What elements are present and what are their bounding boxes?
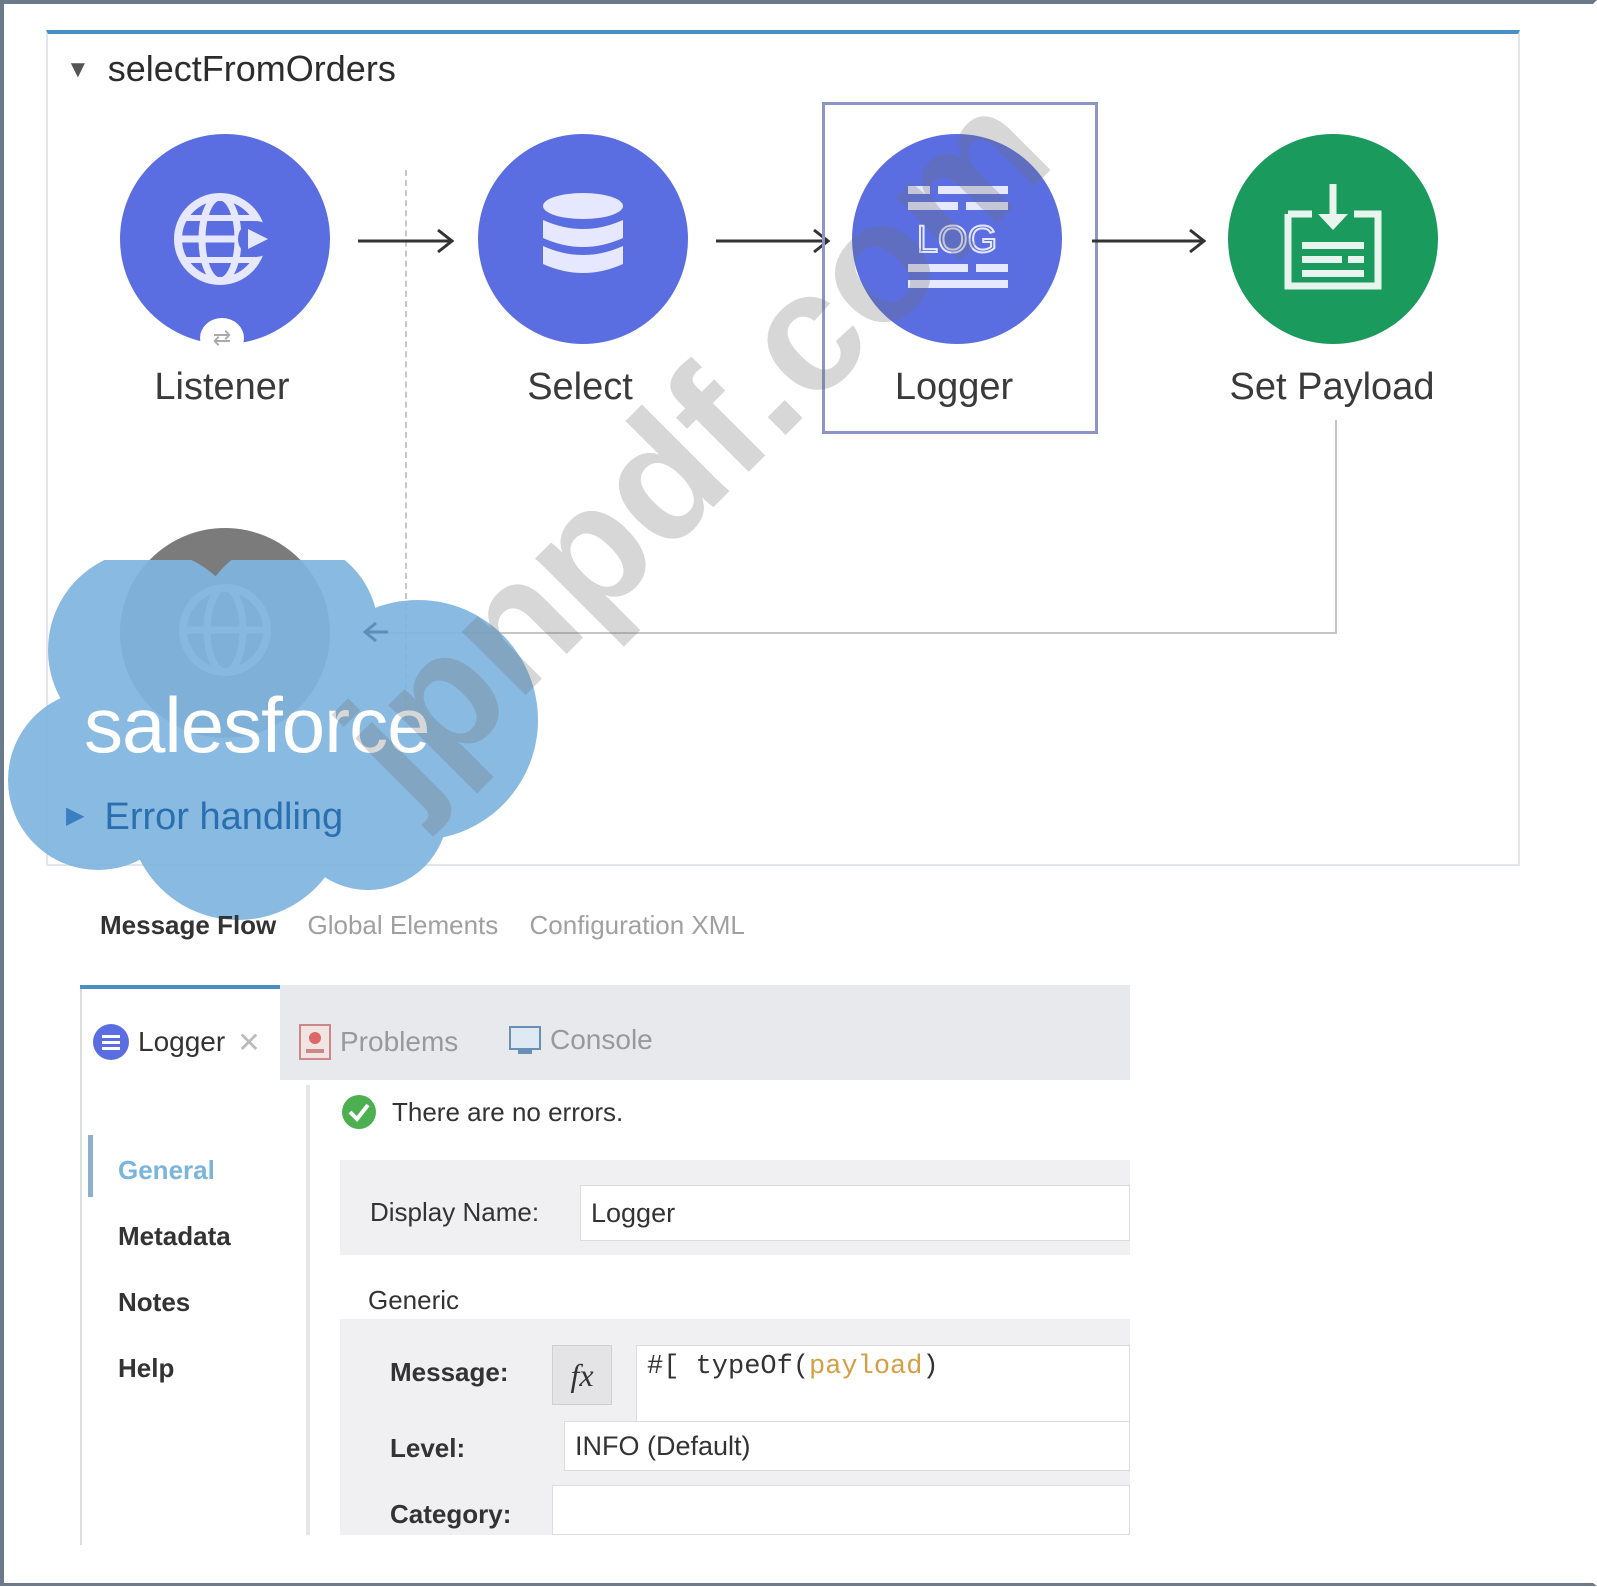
console-icon — [509, 1026, 541, 1054]
tab-message-flow[interactable]: Message Flow — [100, 910, 276, 940]
flow-title[interactable]: ▼ selectFromOrders — [66, 48, 396, 90]
globe-listener-icon — [174, 193, 274, 285]
status-message: There are no errors. — [340, 1093, 623, 1131]
collapse-triangle-icon[interactable]: ▼ — [66, 56, 90, 84]
properties-panel: Logger ✕ Problems Console General Metada… — [80, 985, 1130, 1545]
tab-problems[interactable]: Problems — [298, 1023, 458, 1061]
arrow-2 — [716, 228, 831, 254]
listener-label: Listener — [154, 366, 290, 408]
arrow-1 — [358, 228, 455, 254]
error-handling-toggle[interactable]: ▶ Error handling — [66, 796, 343, 839]
svg-text:LOG: LOG — [917, 219, 997, 261]
level-label: Level: — [390, 1433, 466, 1463]
listener-node[interactable] — [120, 134, 330, 344]
logger-node[interactable]: LOG — [852, 134, 1062, 344]
salesforce-logo-text: salesforce — [84, 681, 430, 769]
generic-section-label: Generic — [368, 1285, 460, 1315]
set-payload-node[interactable] — [1228, 134, 1438, 344]
nav-general[interactable]: General — [118, 1155, 215, 1186]
close-icon[interactable]: ✕ — [237, 1026, 260, 1059]
display-name-field[interactable]: Logger — [580, 1185, 1130, 1241]
select-node[interactable] — [478, 134, 688, 344]
display-name-label: Display Name: — [370, 1197, 540, 1227]
tab-console[interactable]: Console — [508, 1023, 653, 1057]
message-expression-field[interactable]: #[ typeOf(payload) — [636, 1345, 1130, 1423]
tab-global-elements[interactable]: Global Elements — [308, 910, 499, 940]
panel-divider — [306, 1085, 310, 1535]
return-arrow-icon — [362, 621, 388, 643]
fx-toggle-button[interactable]: fx — [552, 1345, 612, 1405]
arrow-3 — [1092, 228, 1207, 254]
nav-active-bar — [88, 1135, 93, 1197]
logger-label: Logger — [894, 366, 1014, 408]
nav-metadata[interactable]: Metadata — [118, 1221, 231, 1252]
logger-tab-icon — [93, 1024, 129, 1060]
set-payload-icon — [1284, 184, 1382, 290]
panel-left-border — [80, 985, 82, 1545]
set-payload-label: Set Payload — [1229, 366, 1435, 408]
tab-configuration-xml[interactable]: Configuration XML — [530, 910, 745, 940]
tab-logger-label: Logger — [138, 1026, 226, 1057]
category-label: Category: — [390, 1499, 512, 1529]
tab-logger[interactable]: Logger ✕ — [92, 1023, 261, 1061]
expand-triangle-icon[interactable]: ▶ — [66, 802, 84, 829]
active-tab-indicator — [80, 985, 280, 989]
editor-tabs: Message Flow Global Elements Configurati… — [100, 910, 769, 941]
level-select[interactable]: INFO (Default) — [564, 1421, 1130, 1471]
select-label: Select — [527, 366, 633, 408]
check-circle-icon — [342, 1095, 376, 1129]
message-label: Message: — [390, 1357, 509, 1387]
nav-help[interactable]: Help — [118, 1353, 174, 1384]
transport-icon: ⇄ — [200, 318, 244, 358]
nav-notes[interactable]: Notes — [118, 1287, 190, 1318]
category-field[interactable] — [552, 1485, 1130, 1535]
problems-icon — [299, 1024, 331, 1060]
flow-name: selectFromOrders — [107, 48, 396, 89]
database-icon — [543, 193, 623, 273]
log-icon: LOG — [908, 186, 1008, 288]
